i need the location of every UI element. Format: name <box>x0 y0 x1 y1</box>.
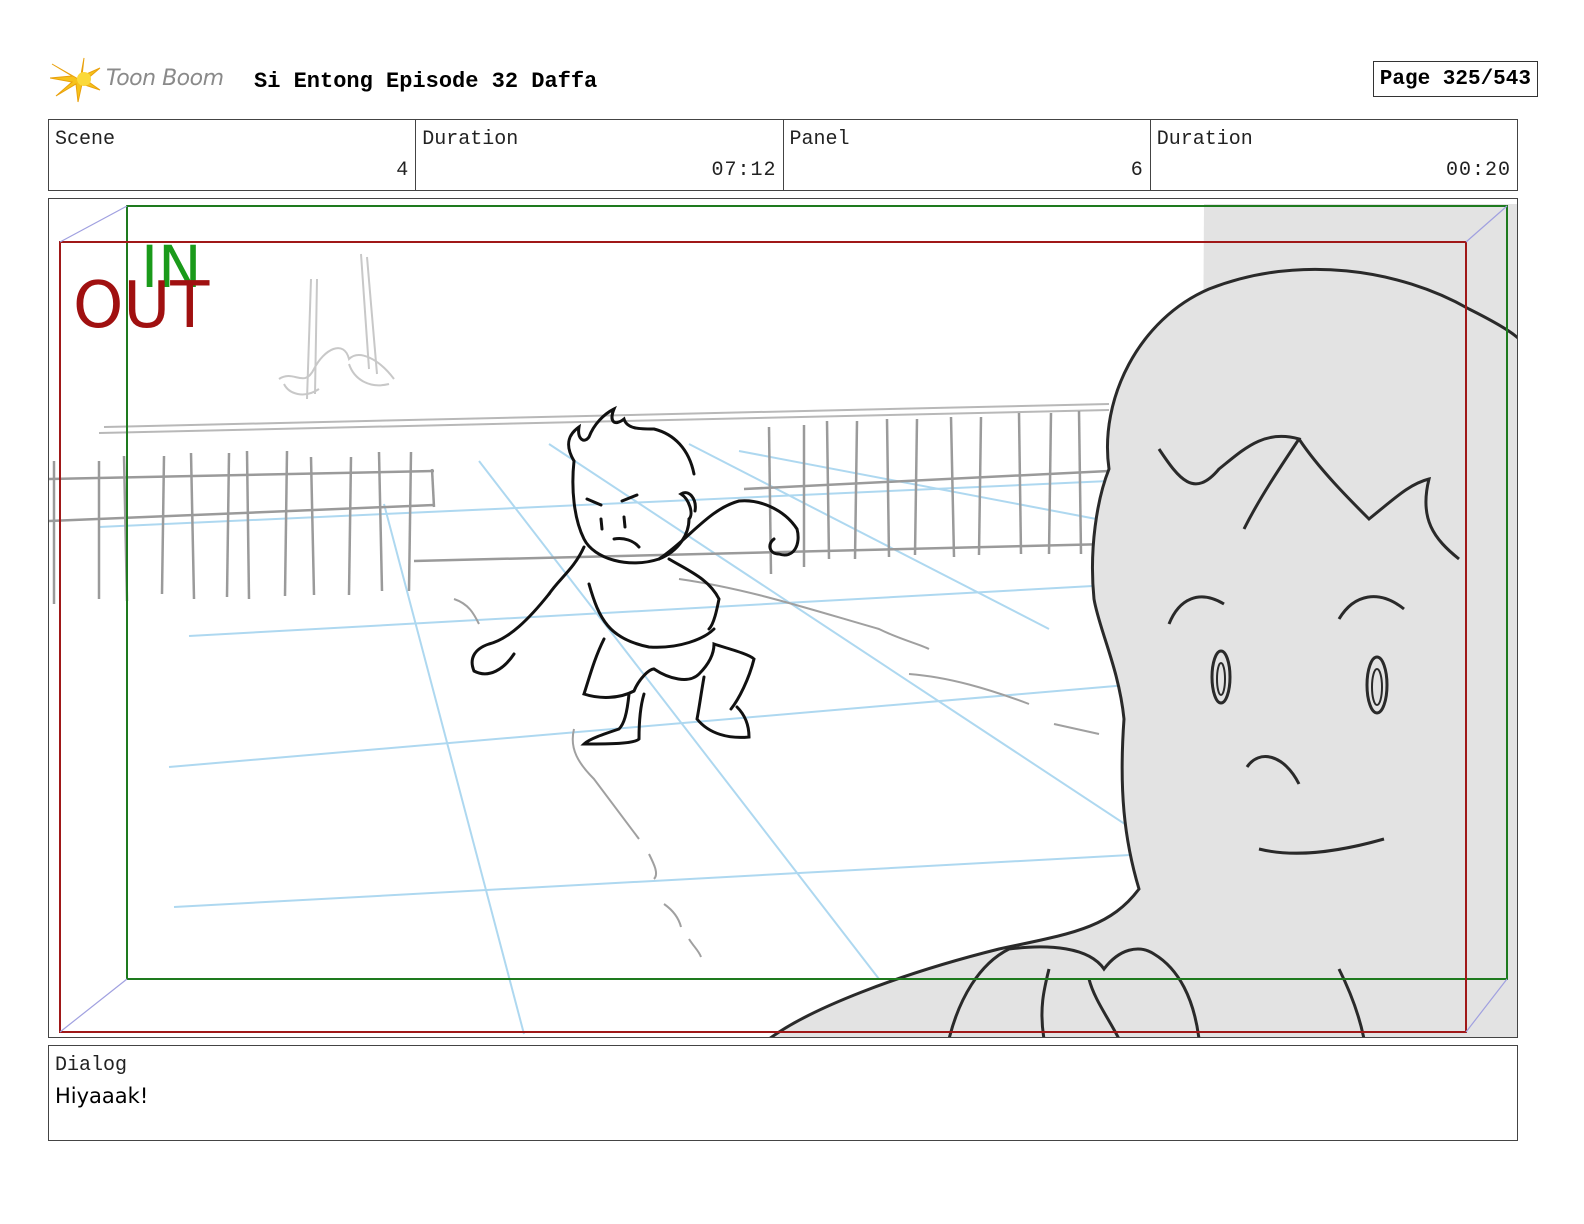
out-frame-label: OUT <box>73 269 210 343</box>
panel-duration-label: Duration <box>1156 128 1253 151</box>
dialog-box: Dialog Hiyaaak! <box>48 1045 1518 1141</box>
background-rail <box>98 403 1110 434</box>
panel-drawing: IN OUT <box>49 204 1517 1037</box>
page-number: Page 325/543 <box>1372 61 1538 97</box>
starburst-icon <box>50 57 101 103</box>
motion-lines <box>453 578 1100 958</box>
storyboard-panel: IN OUT <box>48 198 1518 1038</box>
fence-right <box>413 410 1110 575</box>
panel-duration-value: 00:20 <box>1445 159 1511 182</box>
scene-duration-value: 07:12 <box>711 159 777 182</box>
panel-duration-cell: Duration 00:20 <box>1151 120 1517 190</box>
panel-label: Panel <box>789 128 850 151</box>
logo-text: Toon Boom <box>106 66 224 91</box>
panel-cell: Panel 6 <box>784 120 1151 190</box>
foreground-boy <box>769 204 1517 1037</box>
tree-sketch <box>278 253 395 400</box>
scene-duration-cell: Duration 07:12 <box>416 120 784 190</box>
scene-cell: Scene 4 <box>49 120 417 190</box>
scene-duration-label: Duration <box>422 128 519 151</box>
toon-boom-logo: Toon Boom <box>50 56 240 104</box>
dialog-label: Dialog <box>55 1054 128 1077</box>
scene-value: 4 <box>396 159 410 182</box>
panel-value: 6 <box>1130 159 1144 182</box>
storyboard-header: Toon Boom Si Entong Episode 32 Daffa Pag… <box>48 56 1538 104</box>
project-title: Si Entong Episode 32 Daffa <box>254 69 598 94</box>
scene-label: Scene <box>55 128 116 151</box>
dialog-text: Hiyaaak! <box>55 1084 149 1108</box>
scene-info-table: Scene 4 Duration 07:12 Panel 6 Duration … <box>48 119 1518 191</box>
